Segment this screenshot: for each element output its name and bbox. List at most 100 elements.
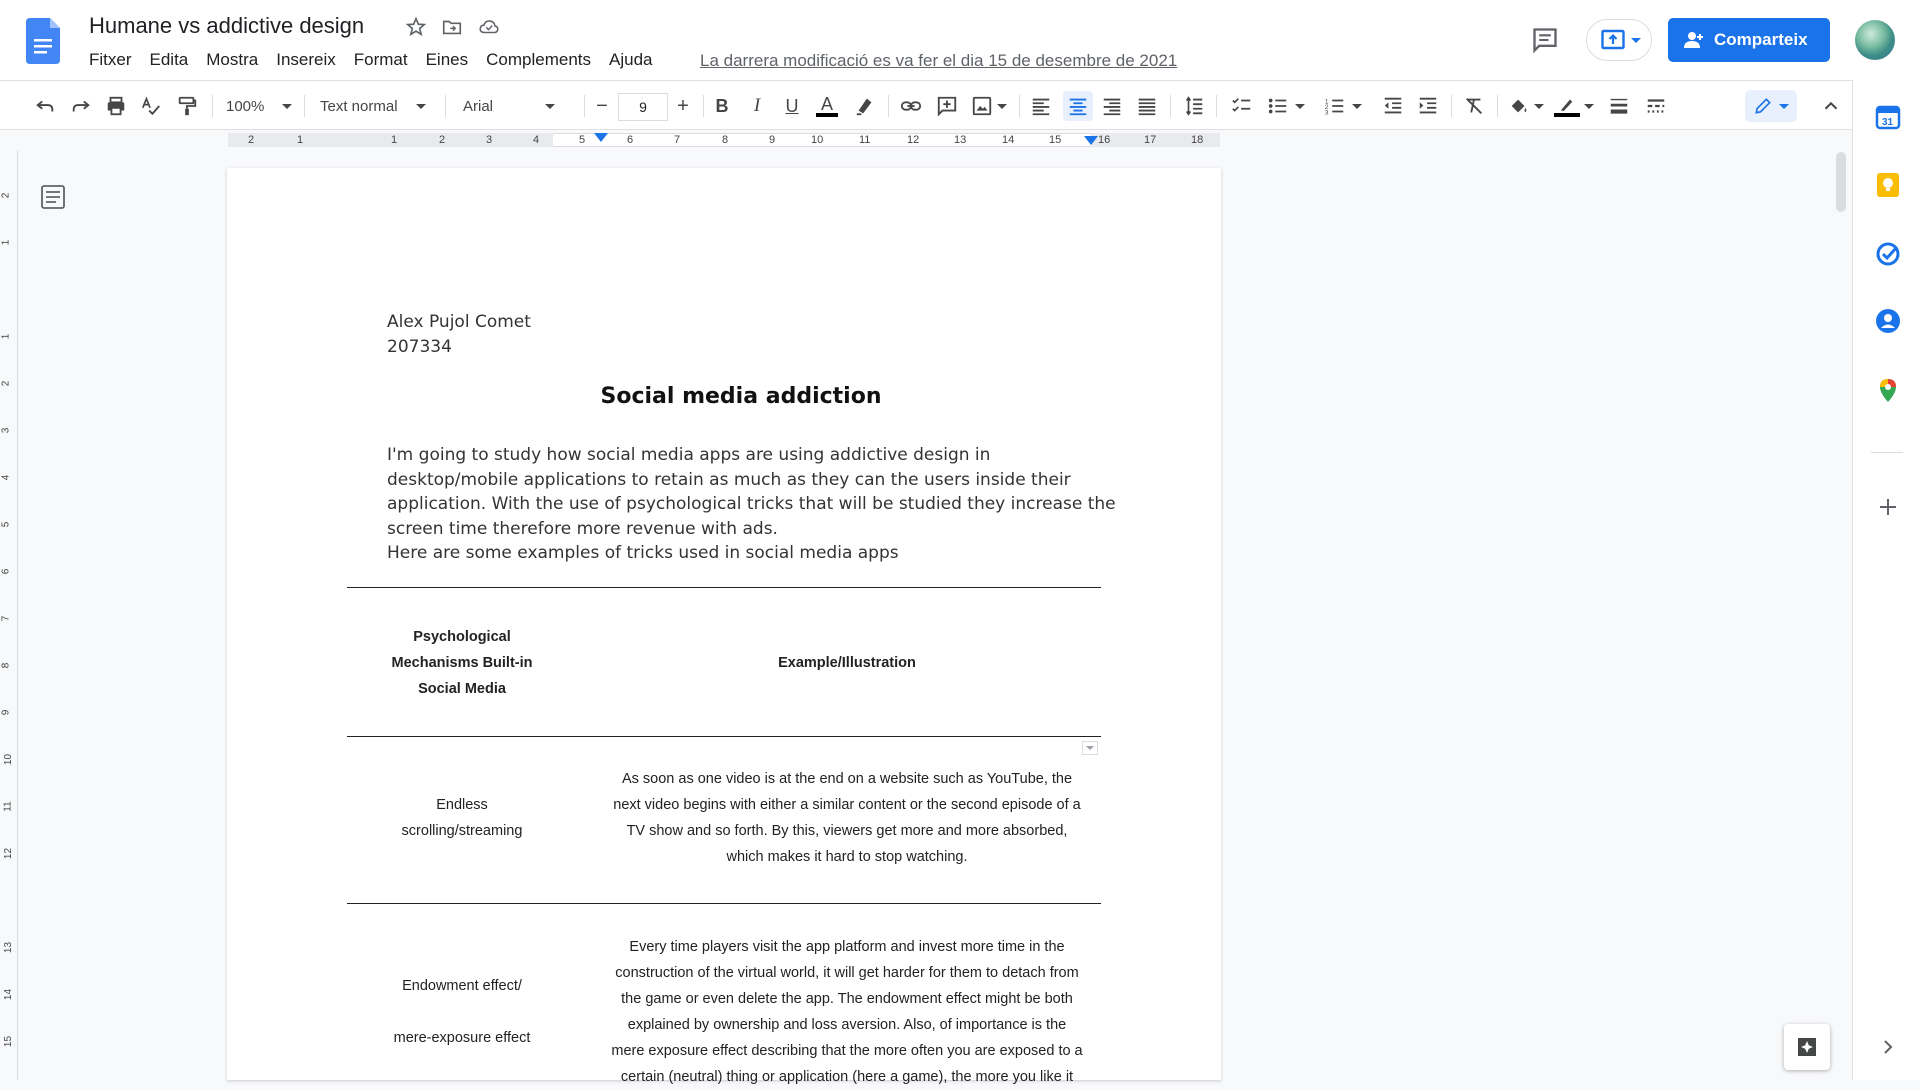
share-button[interactable]: Comparteix (1668, 18, 1830, 62)
line-spacing-icon[interactable] (1181, 93, 1207, 119)
menu-complements[interactable]: Complements (486, 50, 591, 70)
font-size-input[interactable]: 9 (618, 93, 668, 121)
editing-mode-button[interactable] (1745, 90, 1797, 122)
border-dash-icon[interactable] (1643, 93, 1669, 119)
right-indent-marker[interactable] (1084, 136, 1098, 145)
decrease-indent-icon[interactable] (1380, 93, 1406, 119)
cell-line: construction of the virtual world, it wi… (615, 965, 1079, 981)
star-icon[interactable] (405, 16, 427, 38)
chevron-down-icon (1352, 103, 1362, 109)
ruler-number: 14 (1002, 134, 1015, 146)
undo-icon[interactable] (32, 93, 58, 119)
intro-line: screen time therefore more revenue with … (387, 518, 778, 539)
last-edit-link[interactable]: La darrera modificació es va fer el dia … (700, 51, 1177, 71)
vertical-scrollbar[interactable] (1836, 152, 1846, 212)
numbered-list-icon[interactable]: 123 (1323, 93, 1363, 119)
align-justify-icon[interactable] (1134, 93, 1160, 119)
align-left-icon[interactable] (1028, 93, 1054, 119)
ruler-number: 4 (0, 474, 12, 481)
left-indent-marker[interactable] (594, 133, 608, 142)
border-width-icon[interactable] (1606, 93, 1632, 119)
collapse-menus-icon[interactable] (1818, 93, 1844, 119)
menu-format[interactable]: Format (354, 50, 408, 70)
ruler-number: 2 (0, 192, 12, 199)
move-folder-icon[interactable] (441, 16, 463, 38)
menu-eines[interactable]: Eines (426, 50, 469, 70)
calendar-icon[interactable]: 31 (1875, 104, 1901, 130)
increase-font-size-button[interactable]: + (671, 93, 695, 119)
ruler-number: 6 (627, 134, 634, 146)
paragraph-style-select[interactable]: Text normal (320, 93, 434, 119)
tasks-icon[interactable] (1875, 241, 1901, 267)
zoom-value: 100% (226, 97, 265, 115)
contacts-icon[interactable] (1875, 308, 1901, 334)
cell-line: scrolling/streaming (401, 823, 523, 839)
insert-image-icon[interactable] (969, 93, 1009, 119)
avatar[interactable] (1855, 20, 1895, 60)
zoom-select[interactable]: 100% (226, 93, 294, 119)
keep-icon[interactable] (1875, 172, 1901, 198)
cell-line: As soon as one video is at the end on a … (621, 771, 1073, 787)
highlight-icon[interactable] (852, 93, 878, 119)
ruler-number: 3 (0, 427, 12, 434)
pencil-icon (1755, 98, 1771, 114)
menu-mostra[interactable]: Mostra (206, 50, 258, 70)
italic-icon[interactable]: I (745, 93, 769, 119)
font-select[interactable]: Arial (463, 93, 575, 119)
cell-line: the game or even delete the app. The end… (621, 991, 1073, 1007)
header-line: Mechanisms Built-in (391, 655, 533, 671)
ruler-number: 6 (0, 568, 12, 575)
menu-ajuda[interactable]: Ajuda (609, 50, 652, 70)
background-color-icon[interactable] (1506, 93, 1546, 119)
clear-formatting-icon[interactable] (1461, 93, 1487, 119)
ruler-number: 8 (722, 134, 729, 146)
bulleted-list-icon[interactable] (1266, 93, 1306, 119)
horizontal-ruler[interactable]: 2 1 1 2 3 4 5 6 7 8 9 10 11 12 13 14 15 … (0, 130, 1852, 150)
table-row-menu[interactable] (1082, 741, 1098, 755)
ruler-number: 4 (533, 134, 540, 146)
student-id: 207334 (387, 337, 452, 357)
document-outline-icon[interactable] (40, 184, 66, 210)
ruler-number: 1 (0, 239, 12, 246)
ruler-number: 5 (579, 134, 586, 146)
ruler-number: 13 (954, 134, 967, 146)
menu-edita[interactable]: Edita (150, 50, 189, 70)
document-title[interactable]: Humane vs addictive design (89, 13, 364, 39)
underline-icon[interactable]: U (780, 93, 804, 119)
document-page[interactable]: Alex Pujol Comet 207334 Social media add… (227, 168, 1221, 1085)
document-heading: Social media addiction (600, 384, 882, 409)
add-addon-icon[interactable] (1875, 494, 1901, 520)
decrease-font-size-button[interactable]: − (590, 93, 614, 119)
chevron-right-icon[interactable] (1875, 1034, 1901, 1060)
bold-icon[interactable]: B (710, 93, 734, 119)
ruler-number: 18 (1191, 134, 1204, 146)
menu-bar: Fitxer Edita Mostra Insereix Format Eine… (89, 50, 670, 70)
redo-icon[interactable] (68, 93, 94, 119)
align-right-icon[interactable] (1099, 93, 1125, 119)
border-color-icon[interactable] (1554, 93, 1594, 119)
comments-icon[interactable] (1530, 26, 1560, 54)
intro-line: application. With the use of psychologic… (387, 494, 1116, 514)
increase-indent-icon[interactable] (1415, 93, 1441, 119)
cloud-saved-icon[interactable] (478, 16, 500, 38)
menu-fitxer[interactable]: Fitxer (89, 50, 132, 70)
print-icon[interactable] (103, 93, 129, 119)
menu-insereix[interactable]: Insereix (276, 50, 336, 70)
add-comment-icon[interactable] (934, 93, 960, 119)
link-icon[interactable] (898, 93, 924, 119)
cell-line: which makes it hard to stop watching. (726, 849, 968, 865)
explore-button[interactable] (1784, 1024, 1830, 1070)
present-button[interactable] (1586, 19, 1652, 61)
paint-format-icon[interactable] (174, 93, 200, 119)
toolbar-divider (584, 95, 585, 117)
maps-icon[interactable] (1875, 377, 1901, 403)
ruler-number: 12 (3, 847, 15, 860)
chevron-down-icon (282, 103, 293, 109)
toolbar-divider (445, 95, 446, 117)
align-center-icon[interactable] (1063, 91, 1093, 121)
checklist-icon[interactable] (1229, 93, 1255, 119)
vertical-ruler[interactable]: 2 1 1 2 3 4 5 6 7 8 9 10 11 12 13 14 15 (0, 150, 18, 1080)
spellcheck-icon[interactable] (138, 93, 164, 119)
docs-logo-icon[interactable] (26, 18, 60, 64)
text-color-icon[interactable]: A (814, 93, 840, 119)
